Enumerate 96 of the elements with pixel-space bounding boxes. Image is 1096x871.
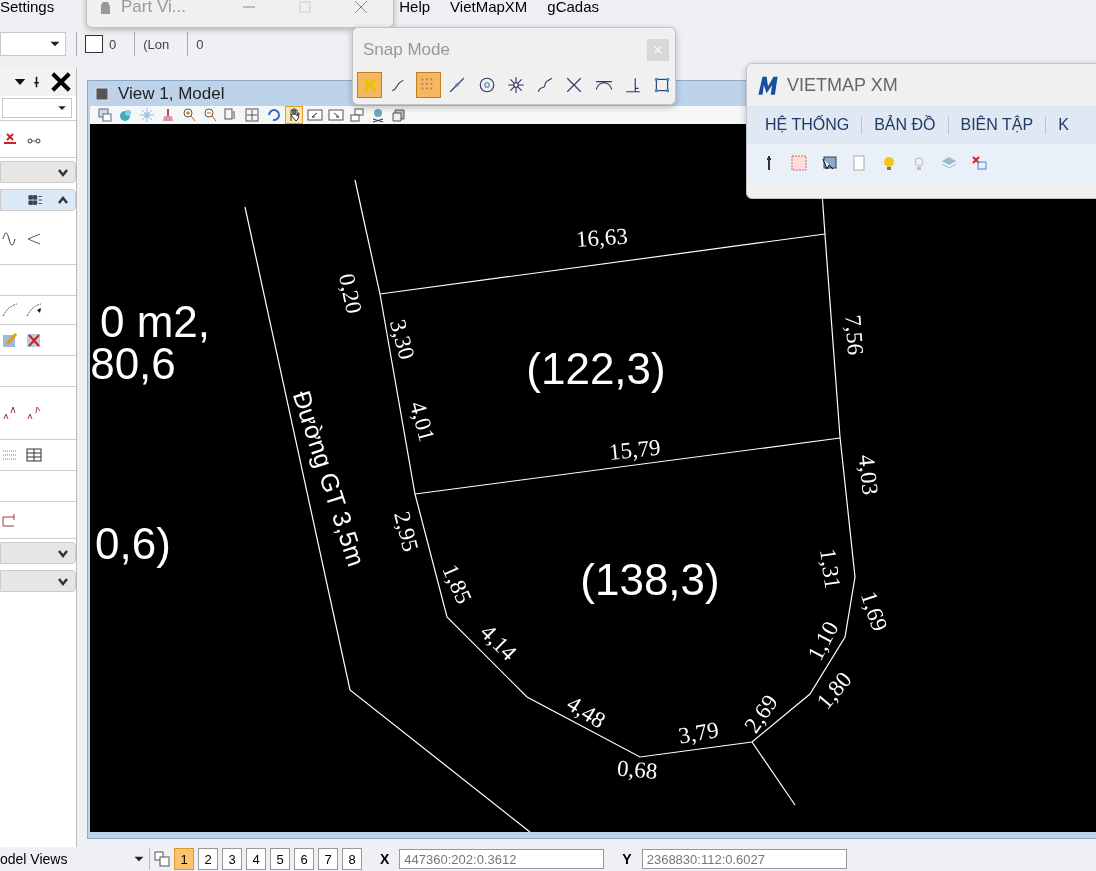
dimension-label: 4,14 [475,619,522,666]
view-number-button[interactable]: 7 [318,848,338,870]
pan-button[interactable] [285,106,303,124]
line-weight-picker[interactable]: 0 [187,32,212,56]
dimension-label: 3,79 [676,717,721,749]
view-number-button[interactable]: 1 [174,848,194,870]
y-label: Y [622,851,632,867]
perpendicular-snap-icon [624,76,642,94]
view-number-button[interactable]: 3 [222,848,242,870]
fit-icon [244,107,260,123]
center-snap-icon [477,76,496,94]
line-style-picker[interactable]: (Lon [134,32,178,56]
copy-button[interactable] [348,106,366,124]
dimension-label: 1,80 [811,667,857,715]
y-coordinate-field[interactable]: 2368830:112:0.6027 [641,849,847,869]
menu-item[interactable]: HỆ THỐNG [753,116,862,134]
dimension-label: 3,30 [384,316,420,363]
zoom-out-button[interactable] [201,106,219,124]
expand-chevron-icon[interactable] [57,167,69,177]
dimension-label: 2,69 [739,690,783,738]
expand-chevron-icon[interactable] [57,576,69,586]
views-dropdown[interactable]: odel Views [0,848,150,870]
menu-item[interactable]: VietMapXM [450,0,528,14]
dimension-label: 0,20 [333,271,367,316]
camera-icon [370,107,386,123]
dimension-label: 1,31 [815,547,846,591]
menu-item[interactable]: Help [399,0,431,14]
intersection-snap-icon [565,76,584,94]
bisector-snap-icon [536,76,555,94]
menu-item[interactable]: K [1045,116,1081,134]
menu-item[interactable]: gCadas [547,0,600,14]
menu-item[interactable]: Settings [0,0,55,14]
parcel-label: (122,3) [526,343,666,393]
panel-title: VIETMAP XM [787,74,898,96]
expand-chevron-icon[interactable] [57,548,69,558]
views-icon[interactable] [154,851,170,867]
curve-icon[interactable] [2,231,18,247]
next-button[interactable] [327,106,345,124]
panel-title: Snap Mode [363,40,450,60]
arc-arrow-icon[interactable] [26,302,42,318]
logo-icon [757,74,779,96]
dimension-label: 16,63 [575,223,629,253]
attributes-button[interactable] [96,106,114,124]
delete-point-icon[interactable] [2,131,18,147]
boundary-line [751,741,796,806]
view-number-button[interactable]: 6 [294,848,314,870]
dimension-label: 1,69 [856,588,893,635]
road-label: Đường GT 3,5m [287,387,371,570]
close-icon[interactable] [50,71,72,93]
view-number-button[interactable]: 4 [246,848,266,870]
table-icon[interactable] [26,447,42,463]
dimension-label: 4,01 [404,398,440,445]
collapse-chevron-icon[interactable] [57,195,69,205]
dimension-label: 2,95 [389,508,424,554]
previous-button[interactable] [306,106,324,124]
keypoint-snap-icon [360,76,379,94]
delete-area-icon[interactable] [26,332,42,348]
bulb-icon[interactable] [881,155,897,171]
origin-snap-icon [506,76,525,94]
light-icon [139,107,155,123]
parcel-label: (138,3) [580,554,720,604]
view-number-button[interactable]: 5 [270,848,290,870]
x-label: X [380,851,390,867]
view-icon [94,85,110,102]
box-button[interactable] [390,106,408,124]
delete-icon[interactable] [971,155,987,171]
keypoint-snap-button[interactable] [357,72,383,98]
fit-button[interactable] [243,106,261,124]
view-number-button[interactable]: 8 [342,848,362,870]
toolbox-section-header[interactable] [0,189,76,211]
dimension-label: 1,85 [437,560,477,608]
branch-icon[interactable] [26,231,42,247]
dimension-label: 4,03 [853,453,883,497]
view-number-button[interactable]: 2 [198,848,218,870]
zoom-in-button[interactable] [180,106,198,124]
select-icon[interactable] [821,155,837,171]
grid-snap-button[interactable] [415,72,441,98]
dimension-label: 1,10 [802,617,844,665]
midpoint-snap-icon [448,76,467,94]
display-icon [118,107,134,123]
rotate-icon [265,107,281,123]
square-snap-icon [653,76,672,94]
dimension-icon[interactable] [2,512,18,528]
color-picker[interactable]: 0 [76,32,125,56]
window-title: Part Vi... [121,0,186,17]
x-coordinate-field[interactable]: 447360:202:0.3612 [399,849,605,869]
view-title: View 1, Model [118,83,225,104]
dimension-label: 0,68 [616,755,659,784]
dimension-label: 4,48 [562,690,610,734]
update-icon [160,107,176,123]
arc-icon[interactable] [2,302,18,318]
dimension-label: 7,56 [840,313,869,356]
dimension-label: 15,79 [607,434,662,465]
menu-item[interactable]: BẢN ĐỒ [861,116,948,134]
menu-item[interactable]: BIÊN TẬP [947,116,1046,134]
area-label: 0,6) [95,518,171,568]
